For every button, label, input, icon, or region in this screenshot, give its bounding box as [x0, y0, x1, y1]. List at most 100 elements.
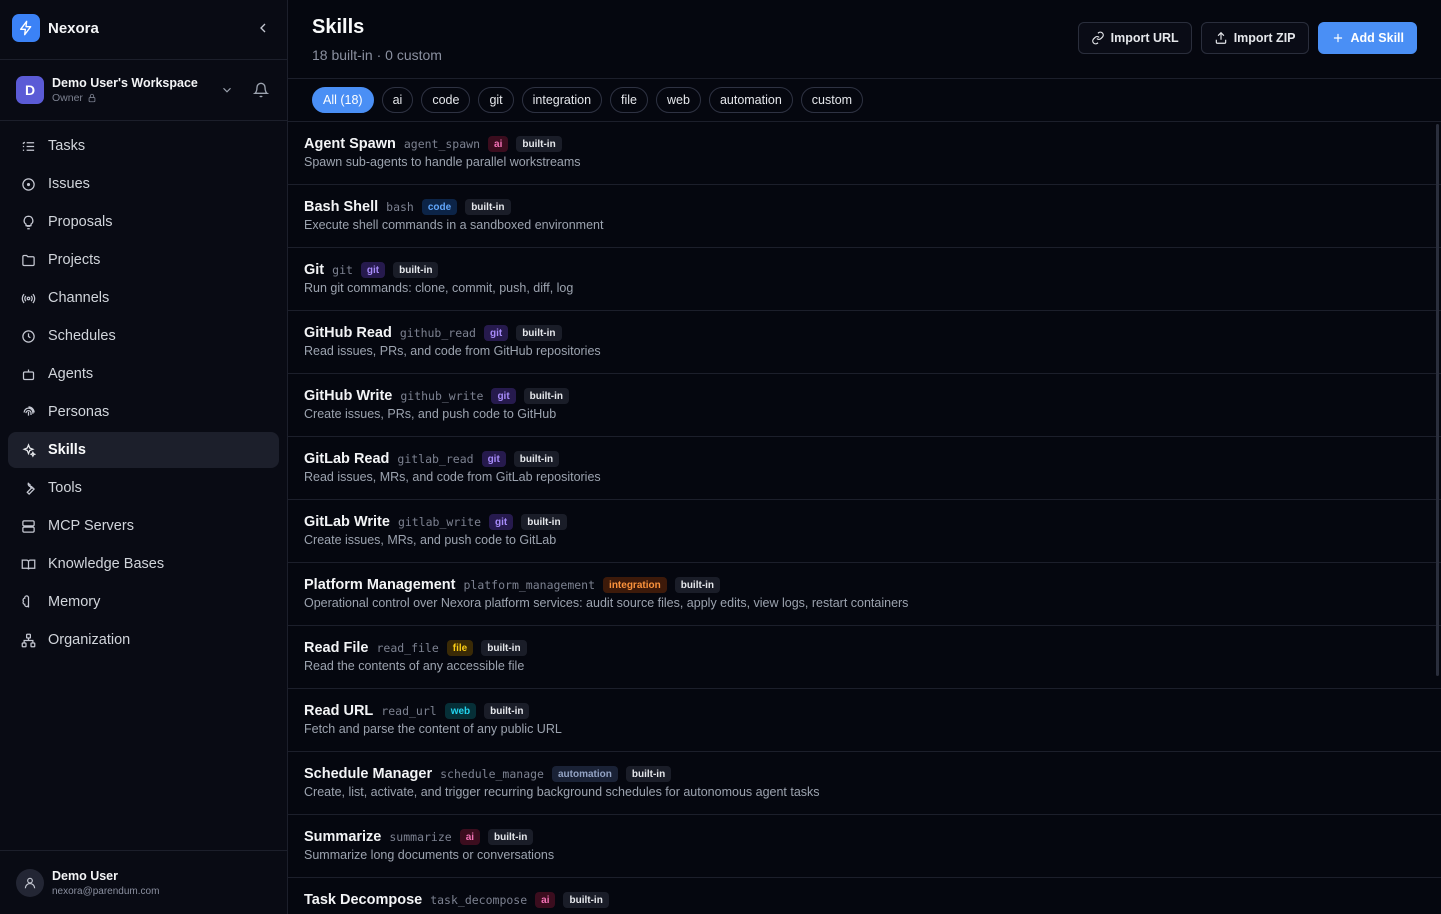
skill-id: github_write	[400, 389, 484, 403]
sidebar-item-label: Knowledge Bases	[48, 556, 165, 572]
sidebar-item-schedules[interactable]: Schedules	[8, 318, 279, 354]
skill-row[interactable]: Read URL read_url web built-in Fetch and par…	[288, 689, 1441, 752]
sidebar-item-organization[interactable]: Organization	[8, 622, 279, 658]
notifications-bell-icon[interactable]	[251, 80, 271, 100]
skill-id: github_read	[399, 326, 476, 340]
sidebar-item-mcp-servers[interactable]: MCP Servers	[8, 508, 279, 544]
skill-row[interactable]: Summarize summarize ai built-in Summarize lo…	[288, 815, 1441, 878]
clock-icon	[20, 328, 36, 344]
skill-row[interactable]: GitHub Read github_read git built-in Read is…	[288, 311, 1441, 374]
sidebar-item-skills[interactable]: Skills	[8, 432, 279, 468]
category-tag: git	[360, 262, 386, 278]
skill-name: Summarize	[304, 829, 382, 845]
sidebar-item-agents[interactable]: Agents	[8, 356, 279, 392]
sparkles-icon	[20, 442, 36, 458]
add-skill-button[interactable]: Add Skill	[1317, 22, 1417, 54]
category-tag: git	[481, 451, 506, 467]
brand-name: Nexora	[48, 19, 99, 37]
skill-id: bash	[386, 200, 414, 214]
skill-row[interactable]: GitHub Write github_write git built-in Creat…	[288, 374, 1441, 437]
user-name: Demo User	[52, 868, 118, 883]
skill-row[interactable]: Git git git built-in Run git commands: clone…	[288, 248, 1441, 311]
sidebar-item-label: Tools	[48, 480, 82, 496]
sidebar-nav: Tasks Issues Proposals Projects Channels…	[0, 121, 287, 667]
skill-row[interactable]: GitLab Read gitlab_read git built-in Read is…	[288, 437, 1441, 500]
builtin-badge: built-in	[393, 262, 439, 278]
sidebar-item-label: Organization	[48, 632, 131, 648]
sidebar-item-knowledge-bases[interactable]: Knowledge Bases	[8, 546, 279, 582]
link-icon	[1091, 31, 1104, 45]
tasks-icon	[20, 138, 36, 154]
import-zip-button[interactable]: Import ZIP	[1200, 22, 1309, 54]
sidebar-item-projects[interactable]: Projects	[8, 242, 279, 278]
user-avatar-icon	[16, 868, 44, 897]
sidebar-item-label: Tasks	[48, 138, 86, 154]
category-tag: file	[446, 640, 474, 656]
workspace-name: Demo User's Workspace	[52, 76, 198, 90]
user-profile[interactable]: Demo User nexora@parendum.com	[0, 850, 287, 914]
skill-id: summarize	[389, 830, 452, 844]
lock-icon	[88, 93, 96, 103]
server-icon	[20, 518, 36, 534]
filter-chip-custom[interactable]: custom	[800, 87, 864, 113]
workspace-switcher[interactable]: D Demo User's Workspace Owner	[0, 59, 287, 121]
sidebar-item-personas[interactable]: Personas	[8, 394, 279, 430]
filter-chip-automation[interactable]: automation	[708, 87, 793, 113]
page-header: Skills 18 built-in · 0 custom Import URL…	[288, 0, 1441, 79]
skill-row[interactable]: Task Decompose task_decompose ai built-in	[288, 878, 1441, 914]
sidebar-item-issues[interactable]: Issues	[8, 166, 279, 202]
sidebar-item-label: Memory	[48, 594, 101, 610]
chevron-left-icon	[260, 23, 266, 33]
skill-description: Read the contents of any accessible file	[304, 659, 525, 673]
filter-chip-ai[interactable]: ai	[381, 87, 414, 113]
sidebar-item-tools[interactable]: Tools	[8, 470, 279, 506]
sidebar-item-label: Agents	[48, 366, 94, 382]
skill-description: Operational control over Nexora platform…	[304, 596, 909, 610]
chevron-down-icon[interactable]	[217, 80, 237, 100]
skill-id: task_decompose	[430, 893, 528, 907]
skill-id: schedule_manage	[440, 767, 544, 781]
network-icon	[20, 632, 36, 648]
filter-chip-code[interactable]: code	[421, 87, 471, 113]
skill-description: Run git commands: clone, commit, push, d…	[304, 281, 574, 295]
filter-chip-file[interactable]: file	[610, 87, 648, 113]
scrollbar[interactable]	[1436, 124, 1439, 676]
sidebar-item-proposals[interactable]: Proposals	[8, 204, 279, 240]
skill-name: GitHub Write	[304, 388, 393, 404]
collapse-sidebar-button[interactable]	[251, 16, 275, 40]
skill-id: read_url	[381, 704, 437, 718]
skill-row[interactable]: Agent Spawn agent_spawn ai built-in Spawn su…	[288, 122, 1441, 185]
filter-chip-all[interactable]: All (18)	[312, 87, 374, 113]
skill-row[interactable]: Platform Management platform_management in…	[288, 563, 1441, 626]
builtin-badge: built-in	[523, 388, 569, 404]
skills-list: Agent Spawn agent_spawn ai built-in Spawn su…	[288, 122, 1441, 914]
builtin-badge: built-in	[563, 892, 609, 908]
sidebar-item-label: Issues	[48, 176, 90, 192]
brain-icon	[20, 594, 36, 610]
skill-id: gitlab_write	[397, 515, 482, 529]
filter-chip-git[interactable]: git	[478, 87, 514, 113]
skill-row[interactable]: Read File read_file file built-in Read the c…	[288, 626, 1441, 689]
sidebar-item-tasks[interactable]: Tasks	[8, 128, 279, 164]
skill-row[interactable]: Bash Shell bash code built-in Execute shell …	[288, 185, 1441, 248]
nexora-logo-icon[interactable]	[12, 14, 40, 42]
filter-chip-web[interactable]: web	[656, 87, 701, 113]
filter-chip-integration[interactable]: integration	[521, 87, 603, 113]
sidebar-item-channels[interactable]: Channels	[8, 280, 279, 316]
category-tag: ai	[535, 892, 556, 908]
builtin-badge: built-in	[513, 451, 560, 467]
import-url-button[interactable]: Import URL	[1077, 22, 1192, 54]
workspace-role: Owner	[52, 92, 83, 104]
sidebar-item-memory[interactable]: Memory	[8, 584, 279, 620]
bot-icon	[20, 366, 36, 382]
skill-row[interactable]: Schedule Manager schedule_manage automatio…	[288, 752, 1441, 815]
fingerprint-icon	[20, 404, 36, 420]
skill-description: Fetch and parse the content of any publi…	[304, 722, 562, 736]
skill-row[interactable]: GitLab Write gitlab_write git built-in Creat…	[288, 500, 1441, 563]
main-content: Skills 18 built-in · 0 custom Import URL…	[288, 0, 1441, 914]
sidebar-item-label: Channels	[48, 290, 110, 306]
builtin-badge: built-in	[516, 136, 562, 152]
builtin-badge: built-in	[481, 640, 527, 656]
sidebar-item-label: Schedules	[48, 328, 116, 344]
skill-id: platform_management	[463, 578, 596, 592]
